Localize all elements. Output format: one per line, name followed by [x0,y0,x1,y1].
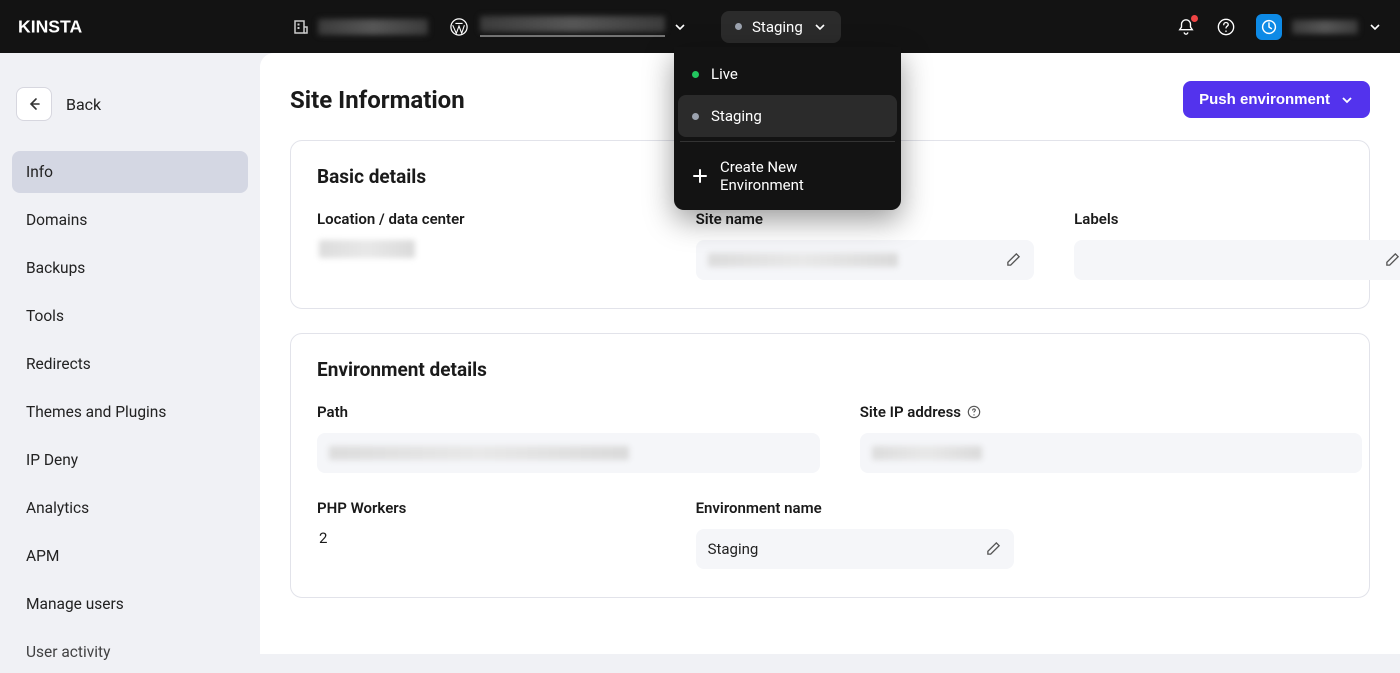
page-title: Site Information [290,86,465,114]
path-value [317,433,820,473]
create-environment-button[interactable]: Create New Environment [678,146,897,206]
sidebar-item-label: Tools [26,307,64,325]
push-button-label: Push environment [1199,91,1330,108]
sidebar-item-user-activity[interactable]: User activity [12,631,248,673]
avatar-icon [1256,14,1282,40]
labels-field[interactable] [1074,240,1400,280]
pencil-icon[interactable] [986,541,1002,557]
env-status-dot-icon [735,23,742,30]
sidebar-item-label: Themes and Plugins [26,403,166,421]
site-name-label: Site name [696,210,1035,228]
location-label: Location / data center [317,210,656,228]
chevron-down-icon [813,20,827,34]
sidebar-item-label: Info [26,163,53,181]
push-environment-button[interactable]: Push environment [1183,81,1370,118]
menu-separator [680,141,895,142]
company-crumb[interactable] [292,18,428,36]
ip-value [860,433,1363,473]
arrow-left-icon [26,96,42,112]
create-env-label: Create New Environment [720,158,883,194]
building-icon [292,18,310,36]
sidebar-item-label: Backups [26,259,85,277]
back-label: Back [66,95,101,114]
site-name-field[interactable] [696,240,1035,280]
card-title: Environment details [317,358,1343,381]
topbar: KINSTA Staging [0,0,1400,53]
chevron-down-icon [1368,20,1382,34]
labels-label: Labels [1074,210,1400,228]
env-option-label: Staging [711,107,762,125]
sidebar-item-label: Redirects [26,355,91,373]
php-workers-value: 2 [317,529,656,547]
help-icon[interactable] [1216,17,1236,37]
env-switcher-label: Staging [752,18,803,36]
env-status-dot-icon [692,71,699,78]
user-menu[interactable] [1256,14,1382,40]
back-button[interactable] [16,87,52,121]
sidebar-item-label: APM [26,547,59,565]
sidebar-item-tools[interactable]: Tools [12,295,248,337]
sidebar-item-domains[interactable]: Domains [12,199,248,241]
sidebar-item-label: Manage users [26,595,124,613]
sidebar-item-apm[interactable]: APM [12,535,248,577]
chevron-down-icon [673,20,687,34]
notifications-icon[interactable] [1176,17,1196,37]
environment-switcher[interactable]: Staging [721,11,841,43]
plus-icon [692,168,708,184]
environment-details-card: Environment details Path Site IP address [290,333,1370,598]
site-crumb[interactable] [450,16,687,37]
env-option-staging[interactable]: Staging [678,95,897,137]
env-name-field[interactable]: Staging [696,529,1014,569]
sidebar-item-label: Analytics [26,499,89,517]
env-status-dot-icon [692,113,699,120]
brand-logo[interactable]: KINSTA [18,16,114,38]
sidebar-item-ip-deny[interactable]: IP Deny [12,439,248,481]
sidebar-item-redirects[interactable]: Redirects [12,343,248,385]
chevron-down-icon [1340,93,1354,107]
env-option-label: Live [711,65,738,83]
sidebar-item-analytics[interactable]: Analytics [12,487,248,529]
sidebar-item-label: IP Deny [26,451,78,469]
help-tooltip-icon[interactable] [967,405,982,420]
env-option-live[interactable]: Live [678,53,897,95]
env-name-label: Environment name [696,499,1014,517]
sidebar: Back Info Domains Backups Tools Redirect… [0,53,260,654]
sidebar-item-label: Domains [26,211,87,229]
sidebar-item-backups[interactable]: Backups [12,247,248,289]
pencil-icon[interactable] [1385,252,1400,268]
notification-badge-icon [1191,15,1198,22]
sidebar-item-info[interactable]: Info [12,151,248,193]
environment-dropdown: Live Staging Create New Environment [674,47,901,210]
location-value [317,240,656,262]
sidebar-item-label: User activity [26,643,110,661]
svg-text:KINSTA: KINSTA [18,16,82,36]
wordpress-icon [450,18,468,36]
pencil-icon[interactable] [1006,252,1022,268]
ip-label: Site IP address [860,403,1363,421]
php-workers-label: PHP Workers [317,499,656,517]
sidebar-item-themes-plugins[interactable]: Themes and Plugins [12,391,248,433]
env-name-value: Staging [708,540,759,558]
path-label: Path [317,403,820,421]
sidebar-item-manage-users[interactable]: Manage users [12,583,248,625]
